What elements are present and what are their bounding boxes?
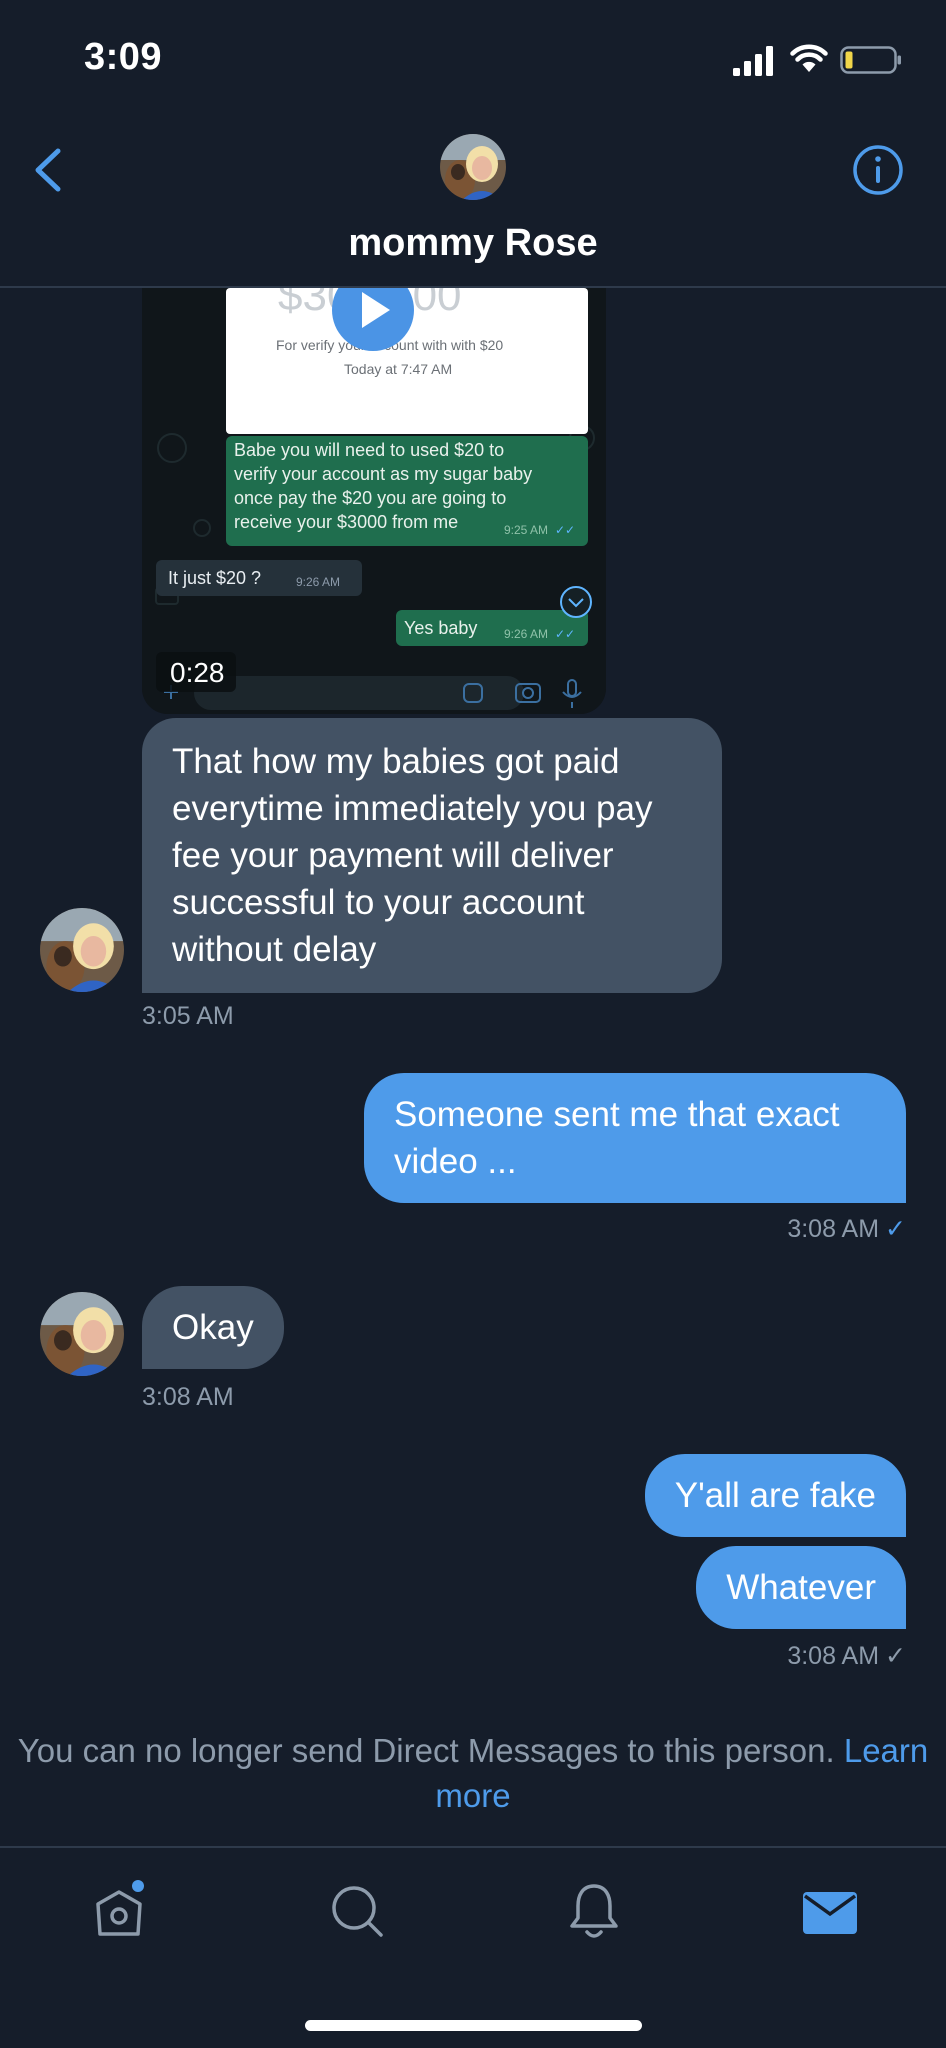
sender-avatar[interactable] (40, 1292, 124, 1376)
video-attachment[interactable]: $3000.00 For verify your account with wi… (142, 288, 606, 714)
conversation-header: mommy Rose (0, 110, 946, 288)
outgoing-message[interactable]: Whatever (696, 1546, 906, 1629)
incoming-message[interactable]: That how my babies got paid everytime im… (142, 718, 722, 993)
message-timestamp: 3:05 AM (142, 1002, 234, 1030)
status-bar: 3:09 (0, 0, 946, 110)
svg-text:✓✓: ✓✓ (555, 627, 575, 641)
inner-grey-time: 9:26 AM (296, 575, 340, 589)
contact-name[interactable]: mommy Rose (0, 222, 946, 265)
status-time: 3:09 (84, 36, 163, 78)
bottom-tab-bar (0, 1846, 946, 2048)
inner-grey-text: It just $20 ? (168, 568, 261, 588)
inner-reply-text: Yes baby (404, 618, 477, 638)
inner-reply-time: 9:26 AM (504, 627, 548, 641)
timestamp-text: 3:08 AM (787, 1642, 880, 1670)
search-icon[interactable] (326, 1880, 388, 1942)
message-timestamp: 3:08 AM (142, 1383, 234, 1411)
svg-text:✓✓: ✓✓ (555, 523, 575, 537)
sender-avatar[interactable] (40, 908, 124, 992)
mail-icon[interactable] (799, 1880, 861, 1942)
message-timestamp: 3:08 AM ✓ (787, 1214, 906, 1244)
sent-check-icon: ✓ (885, 1642, 906, 1670)
inner-date: Today at 7:47 AM (344, 361, 452, 377)
wifi-icon (790, 44, 828, 72)
notice-text: You can no longer send Direct Messages t… (17, 1732, 835, 1769)
video-duration: 0:28 (170, 657, 225, 688)
read-check-icon: ✓ (885, 1215, 906, 1243)
avatar-image (40, 1292, 124, 1376)
bell-icon[interactable] (563, 1880, 625, 1942)
home-indicator[interactable] (305, 2020, 642, 2031)
contact-avatar[interactable] (440, 134, 506, 200)
home-icon[interactable] (88, 1880, 150, 1942)
avatar-image (40, 908, 124, 992)
avatar-image (440, 134, 506, 200)
back-chevron-icon[interactable] (30, 145, 64, 195)
timestamp-text: 3:08 AM (787, 1215, 880, 1243)
battery-icon (840, 46, 901, 74)
incoming-message[interactable]: Okay (142, 1286, 284, 1369)
inner-green-time: 9:25 AM (504, 523, 548, 537)
video-frame: $3000.00 For verify your account with wi… (142, 288, 606, 714)
dm-disabled-notice: You can no longer send Direct Messages t… (0, 1728, 946, 1818)
signal-icon (733, 46, 773, 76)
message-list[interactable]: $3000.00 For verify your account with wi… (0, 288, 946, 1846)
outgoing-message[interactable]: Someone sent me that exact video ... (364, 1073, 906, 1203)
outgoing-message[interactable]: Y'all are fake (644, 1454, 906, 1537)
info-icon[interactable] (852, 144, 904, 196)
message-timestamp: 3:08 AM ✓ (787, 1641, 906, 1671)
